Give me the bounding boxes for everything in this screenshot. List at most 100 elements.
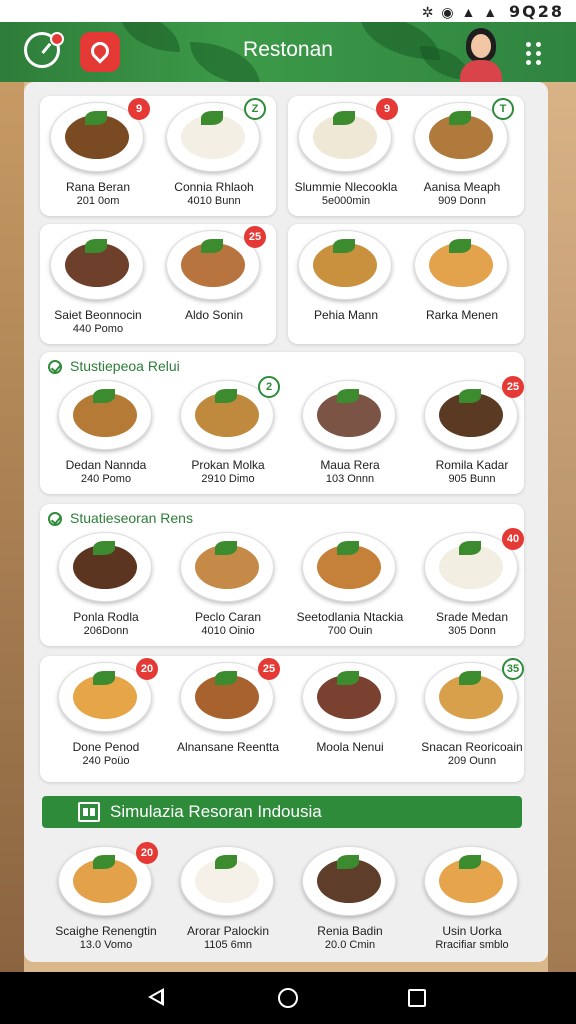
item-name: Seetodlania Ntackia <box>296 610 404 624</box>
menu-item[interactable]: 2 Prokan Molka 2910 Dimo <box>166 372 290 500</box>
menu-item[interactable]: Maua Rera 103 Onnn <box>288 372 412 500</box>
menu-item[interactable]: 25 Alnansane Reentta <box>166 654 290 782</box>
item-name: Saiet Beonnocin <box>54 308 142 322</box>
menu-item[interactable]: T Aanisa Meaph 909 Donn <box>400 94 524 222</box>
item-name: Aanisa Meaph <box>423 180 501 194</box>
menu-section-card: 20 Done Penod 240 Poüo 25 Alnansane Reentta M… <box>40 656 524 782</box>
more-menu-icon[interactable] <box>526 42 542 68</box>
menu-item[interactable]: 20 Done Penod 240 Poüo <box>44 654 168 782</box>
item-price: 209 Ounn <box>447 755 497 767</box>
menu-item[interactable]: Moola Nenui <box>288 654 412 782</box>
menu-item[interactable]: Ponla Rodla 206Donn <box>44 524 168 652</box>
item-price: 440 Pomo <box>72 323 124 335</box>
garnish-leaf <box>333 239 355 253</box>
dish-plate <box>180 846 274 916</box>
item-badge: 25 <box>258 658 280 680</box>
garnish-leaf <box>215 389 237 403</box>
menu-item[interactable]: Arorar Palockin 1105 6mn <box>166 838 290 962</box>
item-price: 103 Onnn <box>325 473 375 485</box>
menu-card: 9 Slummie Nlecookla 5e000min T Aanisa Meaph 9… <box>288 96 524 216</box>
dish-plate <box>58 380 152 450</box>
home-icon[interactable] <box>278 988 298 1008</box>
garnish-leaf <box>201 239 223 253</box>
menu-item[interactable]: Rarka Menen <box>400 222 524 350</box>
menu-item[interactable]: 9 Rana Beran 201 0om <box>36 94 160 222</box>
garnish-leaf <box>337 541 359 555</box>
bottom-items-row: 20 Scaighe Renengtin 13.0 Vomo Arorar Paloc… <box>40 838 530 962</box>
item-name: Aldo Sonin <box>184 308 244 322</box>
garnish-leaf <box>215 541 237 555</box>
item-price: Rracifiar smblo <box>435 939 509 951</box>
item-price: 20.0 Cmin <box>324 939 376 951</box>
menu-item[interactable]: Usin Uorka Rracifiar smblo <box>410 838 534 962</box>
recent-apps-icon[interactable] <box>408 989 426 1007</box>
garnish-leaf <box>85 111 107 125</box>
background-decor-right <box>548 82 576 972</box>
menu-item[interactable]: Dedan Nannda 240 Pomo <box>44 372 168 500</box>
item-price: 4010 Bunn <box>187 195 241 207</box>
item-name: Arorar Palockin <box>186 924 270 938</box>
item-badge: 20 <box>136 658 158 680</box>
menu-item[interactable]: Pehia Mann <box>284 222 408 350</box>
garnish-leaf <box>459 671 481 685</box>
item-price: 4010 Oinio <box>201 625 255 637</box>
menu-item[interactable]: 40 Srade Medan 305 Donn <box>410 524 534 652</box>
garnish-leaf <box>201 111 223 125</box>
menu-panel: 9 Rana Beran 201 0om Z Connia Rhlaoh 4010 Bun… <box>24 82 548 962</box>
item-price: 240 Pomo <box>80 473 132 485</box>
section-banner: Simulazia Resoran Indousia <box>42 796 522 828</box>
menu-item[interactable]: Peclo Caran 4010 Oinio <box>166 524 290 652</box>
item-name: Done Penod <box>72 740 140 754</box>
status-time: 9Q28 <box>509 2 564 21</box>
item-name: Ponla Rodla <box>73 610 139 624</box>
item-price: 1105 6mn <box>203 939 253 951</box>
item-name: Peclo Caran <box>194 610 262 624</box>
menu-item[interactable]: 25 Romila Kadar 905 Bunn <box>410 372 534 500</box>
menu-card: 9 Rana Beran 201 0om Z Connia Rhlaoh 4010 Bun… <box>40 96 276 216</box>
garnish-leaf <box>93 541 115 555</box>
avatar[interactable] <box>456 28 506 82</box>
item-name: Rana Beran <box>65 180 131 194</box>
menu-item[interactable]: 35 Snacan Reoricoain 209 Ounn <box>410 654 534 782</box>
garnish-leaf <box>459 541 481 555</box>
garnish-leaf <box>337 389 359 403</box>
garnish-leaf <box>93 671 115 685</box>
dish-plate <box>298 230 392 300</box>
menu-section-card: Stuatieseoran Rens Ponla Rodla 206Donn Pecl… <box>40 504 524 646</box>
menu-item[interactable]: Saiet Beonnocin 440 Pomo <box>36 222 160 350</box>
item-price: 2910 Dimo <box>201 473 255 485</box>
menu-section-card: Stustiepeoa Relui Dedan Nannda 240 Pomo 2 Pr… <box>40 352 524 494</box>
menu-item[interactable]: Z Connia Rhlaoh 4010 Bunn <box>152 94 276 222</box>
item-price: 13.0 Vomo <box>79 939 133 951</box>
item-badge: 35 <box>502 658 524 680</box>
menu-item[interactable]: 25 Aldo Sonin <box>152 222 276 350</box>
status-bar: ✲ ◉ ▲ ▲ 9Q28 <box>0 0 576 22</box>
app-header: Restonan <box>0 22 576 82</box>
garnish-leaf <box>449 111 471 125</box>
menu-item[interactable]: Renia Badin 20.0 Cmin <box>288 838 412 962</box>
item-badge: 20 <box>136 842 158 864</box>
item-badge: Z <box>244 98 266 120</box>
item-name: Snacan Reoricoain <box>421 740 523 754</box>
menu-card: Saiet Beonnocin 440 Pomo 25 Aldo Sonin <box>40 224 276 344</box>
item-price: 201 0om <box>76 195 120 207</box>
menu-item[interactable]: 9 Slummie Nlecookla 5e000min <box>284 94 408 222</box>
item-name: Slummie Nlecookla <box>294 180 398 194</box>
garnish-leaf <box>215 671 237 685</box>
garnish-leaf <box>449 239 471 253</box>
dish-plate <box>302 662 396 732</box>
item-name: Romila Kadar <box>435 458 509 472</box>
item-badge: 9 <box>128 98 150 120</box>
item-badge: T <box>492 98 514 120</box>
navigation-bar <box>0 972 576 1024</box>
item-name: Scaighe Renengtin <box>55 924 157 938</box>
item-name: Maua Rera <box>320 458 380 472</box>
background-decor-left <box>0 82 24 972</box>
menu-item[interactable]: 20 Scaighe Renengtin 13.0 Vomo <box>44 838 168 962</box>
menu-item[interactable]: Seetodlania Ntackia 700 Ouin <box>288 524 412 652</box>
garnish-leaf <box>333 111 355 125</box>
item-name: Srade Medan <box>435 610 509 624</box>
item-name: Pehia Mann <box>313 308 379 322</box>
dish-plate <box>302 846 396 916</box>
item-price: 700 Ouin <box>327 625 373 637</box>
